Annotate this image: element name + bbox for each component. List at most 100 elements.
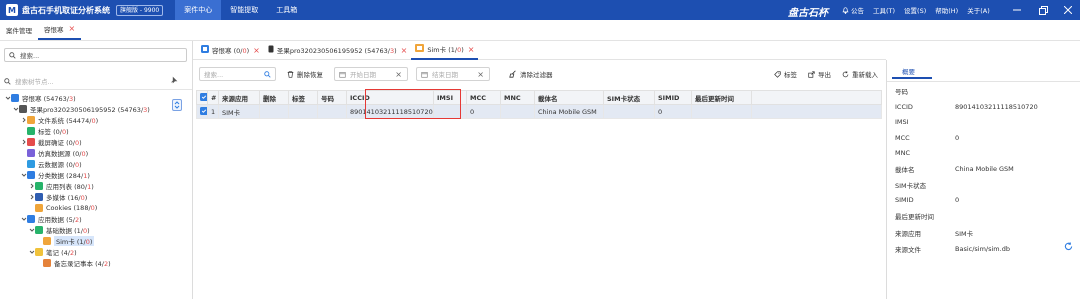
property-key: 来源应用: [895, 230, 921, 239]
chevron-right-icon[interactable]: [28, 194, 35, 200]
help-menu[interactable]: 帮助(H): [935, 5, 958, 15]
tab-label: 容恨寒: [44, 25, 64, 34]
chevron-down-icon[interactable]: [28, 249, 35, 255]
tree-node[interactable]: Sim卡 (1/0): [0, 235, 192, 246]
col-tag[interactable]: 标签: [288, 90, 318, 105]
end-date-input[interactable]: 结束日期 ×: [416, 67, 490, 81]
search-icon: [264, 70, 271, 78]
start-date-placeholder: 开始日期: [350, 71, 376, 79]
tree-node[interactable]: 仿真数据源 (0/0): [0, 147, 192, 158]
row-checkbox[interactable]: [196, 104, 208, 119]
tree-node-label: 应用列表 (80/1): [46, 182, 94, 191]
col-carrier[interactable]: 載体名: [534, 90, 604, 105]
col-mnc[interactable]: MNC: [500, 90, 535, 105]
tree-node[interactable]: 笔记 (4/2): [0, 246, 192, 257]
chevron-down-icon[interactable]: [4, 95, 11, 101]
chevron-right-icon[interactable]: [20, 139, 27, 145]
left-search-input[interactable]: 搜索...: [4, 48, 187, 62]
tree-node[interactable]: 云数据源 (0/0): [0, 158, 192, 169]
tree-node-label: 基础数据 (1/0): [46, 226, 90, 235]
toolbar: 搜索... 删除恢复 开始日期 × 结束日期 × 清除过滤器 标签 导出 重新载…: [193, 65, 886, 84]
tree-node-icon: [27, 214, 35, 223]
tab-case-overview[interactable]: 容恨寒 (0/0) ×: [197, 41, 264, 60]
tree-node[interactable]: 标签 (0/0): [0, 125, 192, 136]
collapse-tree-button[interactable]: [172, 99, 182, 111]
tag-icon: [774, 70, 781, 78]
tag-button[interactable]: 标签: [774, 67, 797, 81]
tree-node[interactable]: Cookies (188/0): [0, 202, 192, 213]
tree-filter-input[interactable]: 搜索树节点...: [4, 75, 187, 87]
refresh-icon[interactable]: [1064, 242, 1073, 251]
tree-node-icon: [27, 126, 35, 135]
close-window-button[interactable]: [1055, 0, 1080, 20]
sim-table: # 来源应用 删除 标签 号码 ICCID IMSI MCC MNC 載体名 S…: [196, 90, 882, 119]
chevron-down-icon[interactable]: [20, 216, 27, 222]
col-source-app[interactable]: 来源应用: [218, 90, 260, 105]
tree-node[interactable]: 截屏确证 (0/0): [0, 136, 192, 147]
col-sim-state[interactable]: SIM卡状态: [603, 90, 655, 105]
tab-sim-card[interactable]: Sim卡 (1/0) ×: [411, 41, 479, 60]
col-imsi[interactable]: IMSI: [433, 90, 467, 105]
col-last-update[interactable]: 最后更新时间: [691, 90, 752, 105]
col-index[interactable]: #: [207, 90, 219, 105]
chevron-down-icon[interactable]: [12, 106, 19, 112]
chevron-down-icon[interactable]: [28, 227, 35, 233]
tab-case-current[interactable]: 容恨寒 ×: [38, 19, 82, 40]
locate-icon[interactable]: [170, 76, 178, 84]
property-row: 最后更新时间: [895, 211, 1080, 221]
table-row[interactable]: 1 SIM卡 89014103211118510720 0 China Mobi…: [196, 104, 882, 119]
tab-device[interactable]: 圣果pro320230506195952 (54763/3) ×: [264, 41, 412, 60]
tree-node[interactable]: 文件系统 (54474/0): [0, 114, 192, 125]
close-tab-icon[interactable]: ×: [468, 45, 475, 54]
start-date-input[interactable]: 开始日期 ×: [334, 67, 408, 81]
tree-node[interactable]: 备忘录记事本 (4/2): [0, 257, 192, 268]
col-iccid[interactable]: ICCID: [346, 90, 434, 105]
select-all-checkbox[interactable]: [196, 90, 208, 105]
clear-date-icon[interactable]: ×: [395, 70, 402, 79]
search-icon: [9, 51, 16, 59]
chevron-down-icon[interactable]: [20, 172, 27, 178]
tree-node[interactable]: 应用数据 (5/2): [0, 213, 192, 224]
table-search-input[interactable]: 搜索...: [199, 67, 276, 81]
property-row: SIMID 0: [895, 195, 1080, 205]
close-tab-icon[interactable]: ×: [253, 46, 260, 55]
announcement-button[interactable]: 公告: [842, 5, 864, 15]
clear-filter-button[interactable]: 清除过滤器: [509, 67, 553, 81]
tools-menu[interactable]: 工具(T): [873, 5, 895, 15]
tab-summary[interactable]: 概要: [892, 65, 932, 79]
col-simid[interactable]: SIMID: [654, 90, 692, 105]
chevron-right-icon[interactable]: [20, 117, 27, 123]
tree-node[interactable]: 分类数据 (284/1): [0, 169, 192, 180]
cell-filler: [751, 104, 882, 119]
col-deleted[interactable]: 删除: [259, 90, 289, 105]
menu-smart-extract[interactable]: 智能提取: [221, 0, 267, 20]
tree-node-label: 笔记 (4/2): [46, 248, 77, 257]
col-mcc[interactable]: MCC: [466, 90, 501, 105]
collapse-icon: [174, 101, 180, 109]
chevron-right-icon[interactable]: [28, 183, 35, 189]
tree-node[interactable]: 基础数据 (1/0): [0, 224, 192, 235]
close-tab-icon[interactable]: ×: [401, 46, 408, 55]
restore-button[interactable]: [1030, 0, 1056, 20]
close-tab-icon[interactable]: ×: [69, 24, 76, 33]
clear-date-icon[interactable]: ×: [477, 70, 484, 79]
menu-case-center[interactable]: 案件中心: [175, 0, 222, 20]
tree-node-icon: [19, 104, 27, 113]
col-number[interactable]: 号码: [317, 90, 347, 105]
export-button[interactable]: 导出: [808, 67, 831, 81]
tree-node[interactable]: 多媒体 (16/0): [0, 191, 192, 202]
minimize-button[interactable]: [1004, 0, 1030, 20]
tree-node[interactable]: 圣果pro320230506195952 (54763/3): [0, 103, 192, 114]
sim-card-icon: [415, 44, 425, 54]
reload-button[interactable]: 重新载入: [842, 67, 878, 81]
tree-node[interactable]: 容恨寒 (54763/3): [0, 92, 192, 103]
about-menu[interactable]: 关于(A): [967, 5, 990, 15]
settings-menu[interactable]: 设置(S): [904, 5, 926, 15]
property-row: 来源文件 Basic/sim/sim.db: [895, 244, 1080, 254]
delete-restore-button[interactable]: 删除恢复: [287, 67, 323, 81]
tree-node[interactable]: 应用列表 (80/1): [0, 180, 192, 191]
tree-node-icon: [27, 170, 35, 179]
menu-toolbox[interactable]: 工具箱: [267, 0, 306, 20]
property-key: 載体名: [895, 166, 915, 174]
tab-case-management[interactable]: 案件管理: [0, 19, 38, 40]
